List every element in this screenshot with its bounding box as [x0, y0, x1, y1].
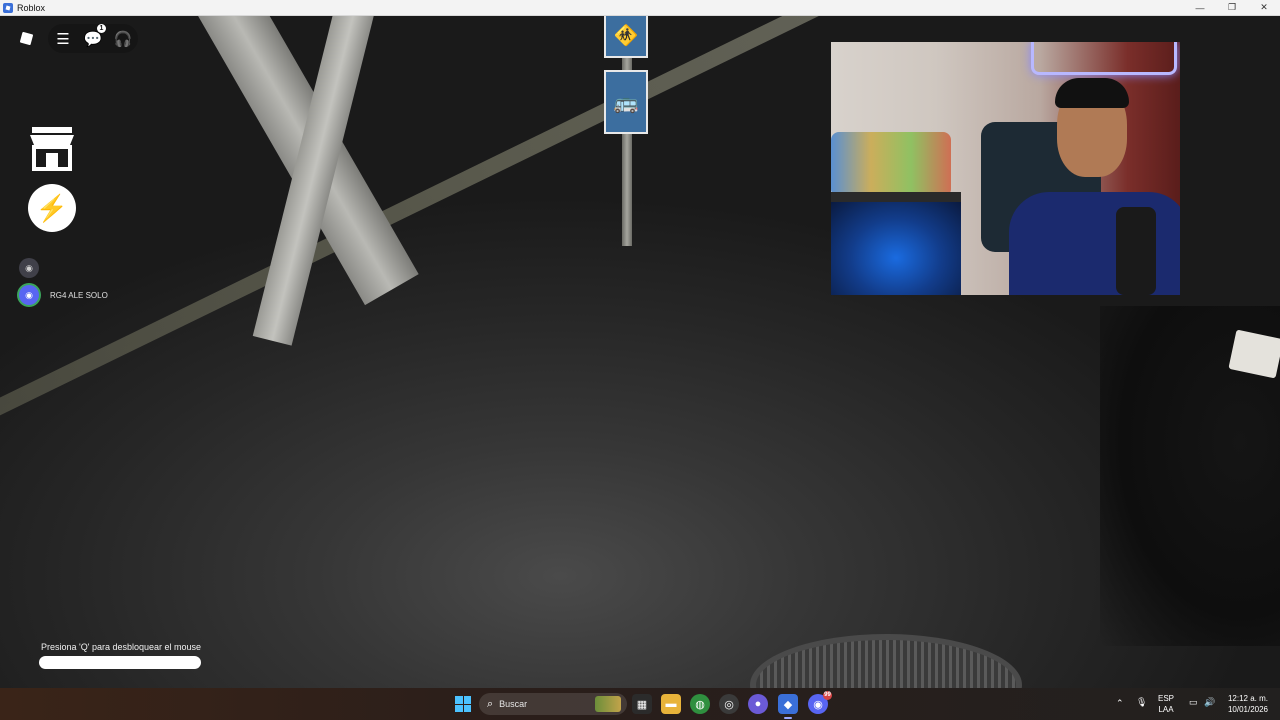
webcam-overlay [831, 42, 1180, 295]
language-bottom: LAA [1158, 705, 1174, 714]
store-icon: ▦ [636, 698, 648, 711]
taskbar-app-roblox[interactable]: ◆ [778, 694, 798, 719]
volume-icon[interactable]: 🔊 [1204, 697, 1215, 708]
roblox-app-icon [3, 2, 13, 13]
webcam-pc-glow [831, 202, 961, 295]
unlock-mouse-hint: Presiona 'Q' para desbloquear el mouse [41, 642, 202, 652]
obs-icon: ◎ [724, 698, 734, 711]
taskbar: ⌕ Buscar ▦ ▬ ◍ ◎ ● ◆ ◉ 99 ⌃ 🎙 ESP LAA ▭ … [0, 688, 1280, 720]
taskbar-app-obs[interactable]: ◎ [719, 694, 739, 714]
clock-date: 10/01/2026 [1227, 705, 1269, 714]
close-icon: ✕ [1260, 2, 1268, 12]
discord-icon: ◉ [19, 258, 39, 278]
discord-icon: ◉ [19, 285, 39, 305]
language-top: ESP [1158, 694, 1175, 703]
search-icon: ⌕ [487, 697, 494, 710]
network-icon[interactable]: ▭ [1189, 697, 1198, 708]
close-button[interactable]: ✕ [1248, 0, 1280, 15]
clock-time: 12:12 a. m. [1227, 694, 1269, 703]
minimize-icon: — [1195, 2, 1205, 13]
restore-button[interactable]: ❐ [1216, 0, 1248, 15]
microphone-icon[interactable]: 🎙 [1136, 697, 1147, 708]
taskbar-app-chrome[interactable]: ◍ [690, 694, 710, 714]
taskbar-app-store[interactable]: ▦ [632, 694, 652, 714]
hud-topbar: ☰ 💬 1 🎧 [48, 23, 138, 53]
road-line [0, 16, 972, 512]
voice-user-row: ◉ [19, 258, 50, 278]
discord-badge: 99 [823, 691, 832, 700]
chat-icon[interactable]: 💬 1 [82, 23, 106, 48]
webcam-figurines [831, 132, 951, 197]
restore-icon: ❐ [1227, 2, 1237, 12]
system-tray: ⌃ 🎙 ESP LAA ▭ 🔊 12:12 a. m. 10/01/2026 [1100, 688, 1280, 720]
voice-user-name: RG4 ALE SOLO [50, 290, 108, 300]
chrome-icon: ◍ [695, 698, 705, 711]
chat-bubble-icon: ● [754, 698, 762, 710]
shop-button[interactable] [26, 124, 78, 172]
hamburger-menu-icon[interactable]: ☰ [52, 30, 74, 48]
discord-icon: ◉ [813, 698, 823, 711]
folder-icon: ▬ [665, 698, 677, 710]
voice-user-row: ◉ RG4 ALE SOLO [19, 285, 108, 305]
taskbar-app-messenger[interactable]: ● [748, 694, 768, 714]
language-indicator[interactable]: ESP LAA [1158, 693, 1174, 715]
minimize-button[interactable]: — [1184, 0, 1216, 15]
window-titlebar: Roblox — ❐ ✕ [0, 0, 1280, 16]
search-label: Buscar [499, 699, 528, 709]
roblox-icon: ◆ [783, 698, 793, 711]
roblox-logo-icon [19, 31, 33, 45]
shop-icon [30, 127, 74, 171]
roblox-menu-button[interactable] [18, 30, 34, 46]
headset-icon[interactable]: 🎧 [112, 30, 134, 48]
manhole-cover [750, 634, 1022, 688]
bus-stop-sign: 🚌 [604, 70, 648, 134]
clock[interactable]: 12:12 a. m. 10/01/2026 [1220, 693, 1276, 715]
pedestrian-crossing-sign: 🚸 [604, 16, 648, 58]
window-title: Roblox [17, 2, 46, 13]
taskbar-app-explorer[interactable]: ▬ [661, 694, 681, 714]
chat-badge: 1 [97, 23, 106, 33]
taskbar-search[interactable]: ⌕ Buscar [479, 693, 627, 715]
search-highlight-image [595, 696, 621, 712]
hint-progress-bar [39, 656, 201, 669]
start-button[interactable] [455, 696, 471, 712]
chevron-up-icon[interactable]: ⌃ [1116, 698, 1124, 709]
taskbar-app-discord[interactable]: ◉ 99 [808, 691, 832, 714]
boost-button[interactable]: ⚡ [28, 184, 76, 232]
window-controls: — ❐ ✕ [1184, 0, 1280, 15]
webcam-microphone [1116, 207, 1156, 295]
lightning-icon: ⚡ [35, 192, 69, 223]
webcam-neon-sign [1031, 42, 1177, 75]
